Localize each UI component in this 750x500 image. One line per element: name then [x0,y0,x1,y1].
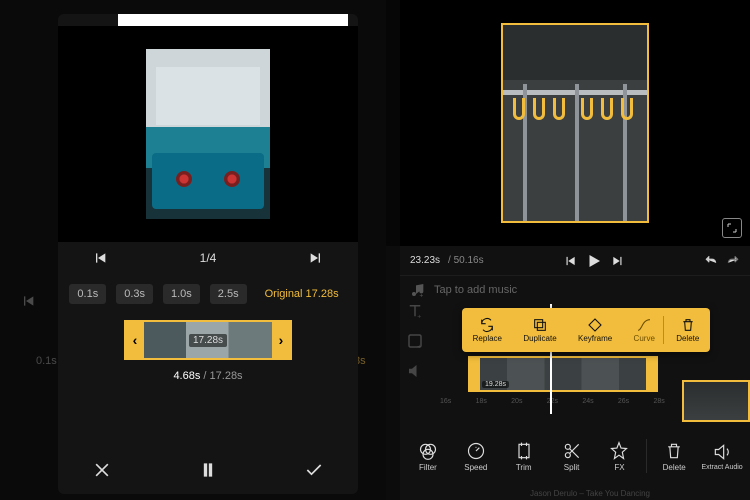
ctx-curve[interactable]: Curve [634,317,655,343]
speed-preset-1[interactable]: 0.3s [116,284,153,304]
prev-clip-icon[interactable] [92,250,108,266]
play-icon[interactable] [585,252,603,270]
speed-preset-0[interactable]: 0.1s [69,284,106,304]
audio-track-icon[interactable] [406,362,424,380]
time-total: 17.28s [210,370,243,382]
music-icon[interactable]: + [410,282,426,298]
tool-extract-audio[interactable]: Extract Audio [701,442,743,471]
speed-preset-2[interactable]: 1.0s [163,284,200,304]
floating-clip-thumb[interactable] [682,380,750,422]
ctx-keyframe[interactable]: Keyframe [578,317,612,343]
tool-fx[interactable]: FX [598,441,640,472]
tool-speed[interactable]: Speed [455,441,497,472]
speed-original[interactable]: Original 17.28s [257,284,347,304]
clip-handle-right[interactable] [646,358,656,390]
cancel-button[interactable] [92,460,112,480]
clip-toolbar: Filter Speed Trim Split FX Delete Extrac… [400,426,750,486]
ctx-replace[interactable]: Replace [473,317,502,343]
time-readout: 4.68s / 17.28s [58,360,358,382]
tool-delete[interactable]: Delete [653,441,695,472]
confirm-button[interactable] [304,460,324,480]
speed-preset-3[interactable]: 2.5s [210,284,247,304]
clip-body[interactable]: 17.28s [144,322,272,358]
sticker-track-icon[interactable]: + [406,332,424,350]
ghost-prev-icon [20,293,36,312]
svg-text:+: + [417,314,421,321]
redo-icon[interactable] [726,254,740,268]
text-track-icon[interactable]: + [406,302,424,320]
svg-text:+: + [417,344,421,351]
preview-frame [146,49,270,219]
trim-handle-left[interactable]: ‹ [126,322,144,358]
svg-text:+: + [419,292,423,298]
expand-icon[interactable] [722,218,742,238]
timeline-clip[interactable]: 19.28s [468,356,658,392]
step-back-icon[interactable] [563,254,577,268]
clip-counter: 1/4 [200,251,217,265]
ghost-speed-label: 0.1s [36,355,57,367]
clip-duration-label: 17.28s [189,334,227,347]
add-music-prompt[interactable]: Tap to add music [434,284,740,296]
audio-source-label: Jason Derulo – Take You Dancing [440,489,740,498]
clip-handle-left[interactable] [470,358,480,390]
pause-button[interactable] [198,460,218,480]
editor-preview [400,0,750,246]
speed-panel: 1/4 0.1s 0.3s 1.0s 2.5s Original 17.28s … [58,14,358,494]
next-clip-icon[interactable] [308,250,324,266]
clip-duration-badge: 19.28s [482,381,509,388]
tool-filter[interactable]: Filter [407,441,449,472]
preview-area [58,26,358,242]
clip-strip[interactable]: ‹ 17.28s › [124,320,292,360]
ctx-duplicate[interactable]: Duplicate [523,317,556,343]
playhead-time: 23.23s [410,255,440,266]
clip-context-menu: Replace Duplicate Keyframe Curve Delete [462,308,710,352]
total-time: / 50.16s [448,255,484,266]
editor-frame[interactable] [501,23,649,223]
tool-trim[interactable]: Trim [503,441,545,472]
time-current: 4.68s [173,370,200,382]
track-type-icons: + + [406,302,424,380]
toolbar-separator [646,439,647,473]
trim-handle-right[interactable]: › [272,322,290,358]
tool-split[interactable]: Split [551,441,593,472]
undo-icon[interactable] [704,254,718,268]
panel-top-strip [118,14,348,26]
editor-pane: 23.23s / 50.16s + Tap to add music + + R… [400,0,750,500]
ctx-delete[interactable]: Delete [676,317,699,343]
step-fwd-icon[interactable] [611,254,625,268]
